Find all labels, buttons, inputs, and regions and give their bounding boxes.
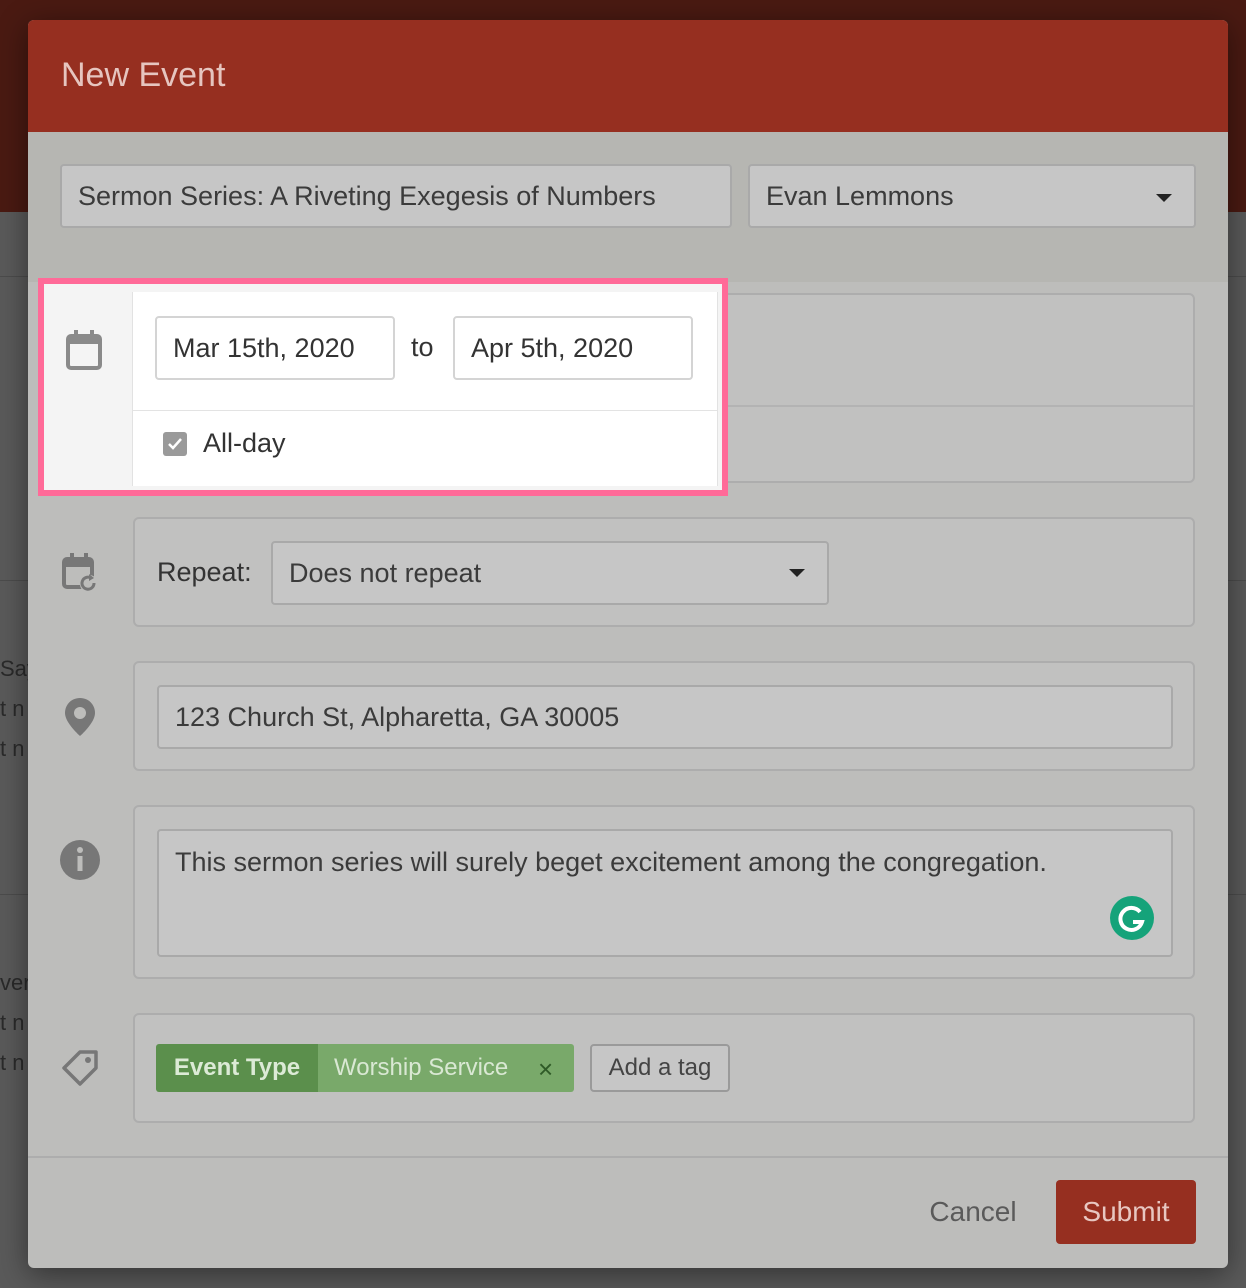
date-highlight: Mar 15th, 2020 to Apr 5th, 2020 All-day [38,278,728,496]
owner-select-value: Evan Lemmons [766,180,954,211]
repeat-card: Repeat: Does not repeat [133,517,1195,627]
background-text: t n [0,736,25,761]
tag-key: Event Type [156,1044,318,1092]
tag-icon [62,1050,98,1086]
start-date-value: Mar 15th, 2020 [173,332,355,363]
all-day-checkbox[interactable] [163,432,187,456]
location-card: 123 Church St, Alpharetta, GA 30005 [133,661,1195,771]
repeat-select[interactable]: Does not repeat [271,541,829,605]
repeat-select-value: Does not repeat [289,557,482,588]
owner-select[interactable]: Evan Lemmons [748,164,1196,228]
background-text: t n [0,696,25,721]
calendar-repeat-icon [62,553,98,593]
footer-divider [28,1156,1228,1158]
location-value: 123 Church St, Alpharetta, GA 30005 [175,701,620,732]
all-day-label: All-day [203,428,286,458]
dropdown-caret-icon [789,569,805,577]
location-pin-icon [65,698,95,736]
end-date-value: Apr 5th, 2020 [471,332,634,363]
modal-title: New Event [61,56,226,94]
tag-value-text: Worship Service [334,1054,509,1081]
tag-remove-button[interactable]: × [538,1054,553,1085]
new-event-modal: New Event Sermon Series: A Riveting Exeg… [28,20,1228,1268]
modal-header: New Event [28,20,1228,132]
background-text: ver [0,970,31,995]
description-value: This sermon series will surely beget exc… [175,847,1047,877]
repeat-label: Repeat: [157,557,252,587]
end-date-input[interactable]: Apr 5th, 2020 [453,316,693,380]
info-icon [60,840,100,880]
checkbox-checked-icon [168,438,182,450]
cancel-button[interactable]: Cancel [908,1186,1038,1238]
background-text: t n [0,1010,25,1035]
start-date-input[interactable]: Mar 15th, 2020 [155,316,395,380]
calendar-icon [66,330,102,370]
date-panel-divider [133,410,717,411]
submit-button[interactable]: Submit [1056,1180,1196,1244]
date-range-panel: Mar 15th, 2020 to Apr 5th, 2020 All-day [132,292,718,486]
grammarly-icon[interactable] [1109,895,1155,941]
add-tag-button[interactable]: Add a tag [590,1044,730,1092]
description-textarea[interactable]: This sermon series will surely beget exc… [157,829,1173,957]
date-separator: to [411,332,434,362]
tag-value: Worship Service [318,1044,574,1092]
background-text: t n [0,1050,25,1075]
event-title-input[interactable]: Sermon Series: A Riveting Exegesis of Nu… [60,164,732,228]
event-title-value: Sermon Series: A Riveting Exegesis of Nu… [78,180,656,211]
location-input[interactable]: 123 Church St, Alpharetta, GA 30005 [157,685,1173,749]
description-card: This sermon series will surely beget exc… [133,805,1195,979]
dropdown-caret-icon [1156,194,1172,202]
